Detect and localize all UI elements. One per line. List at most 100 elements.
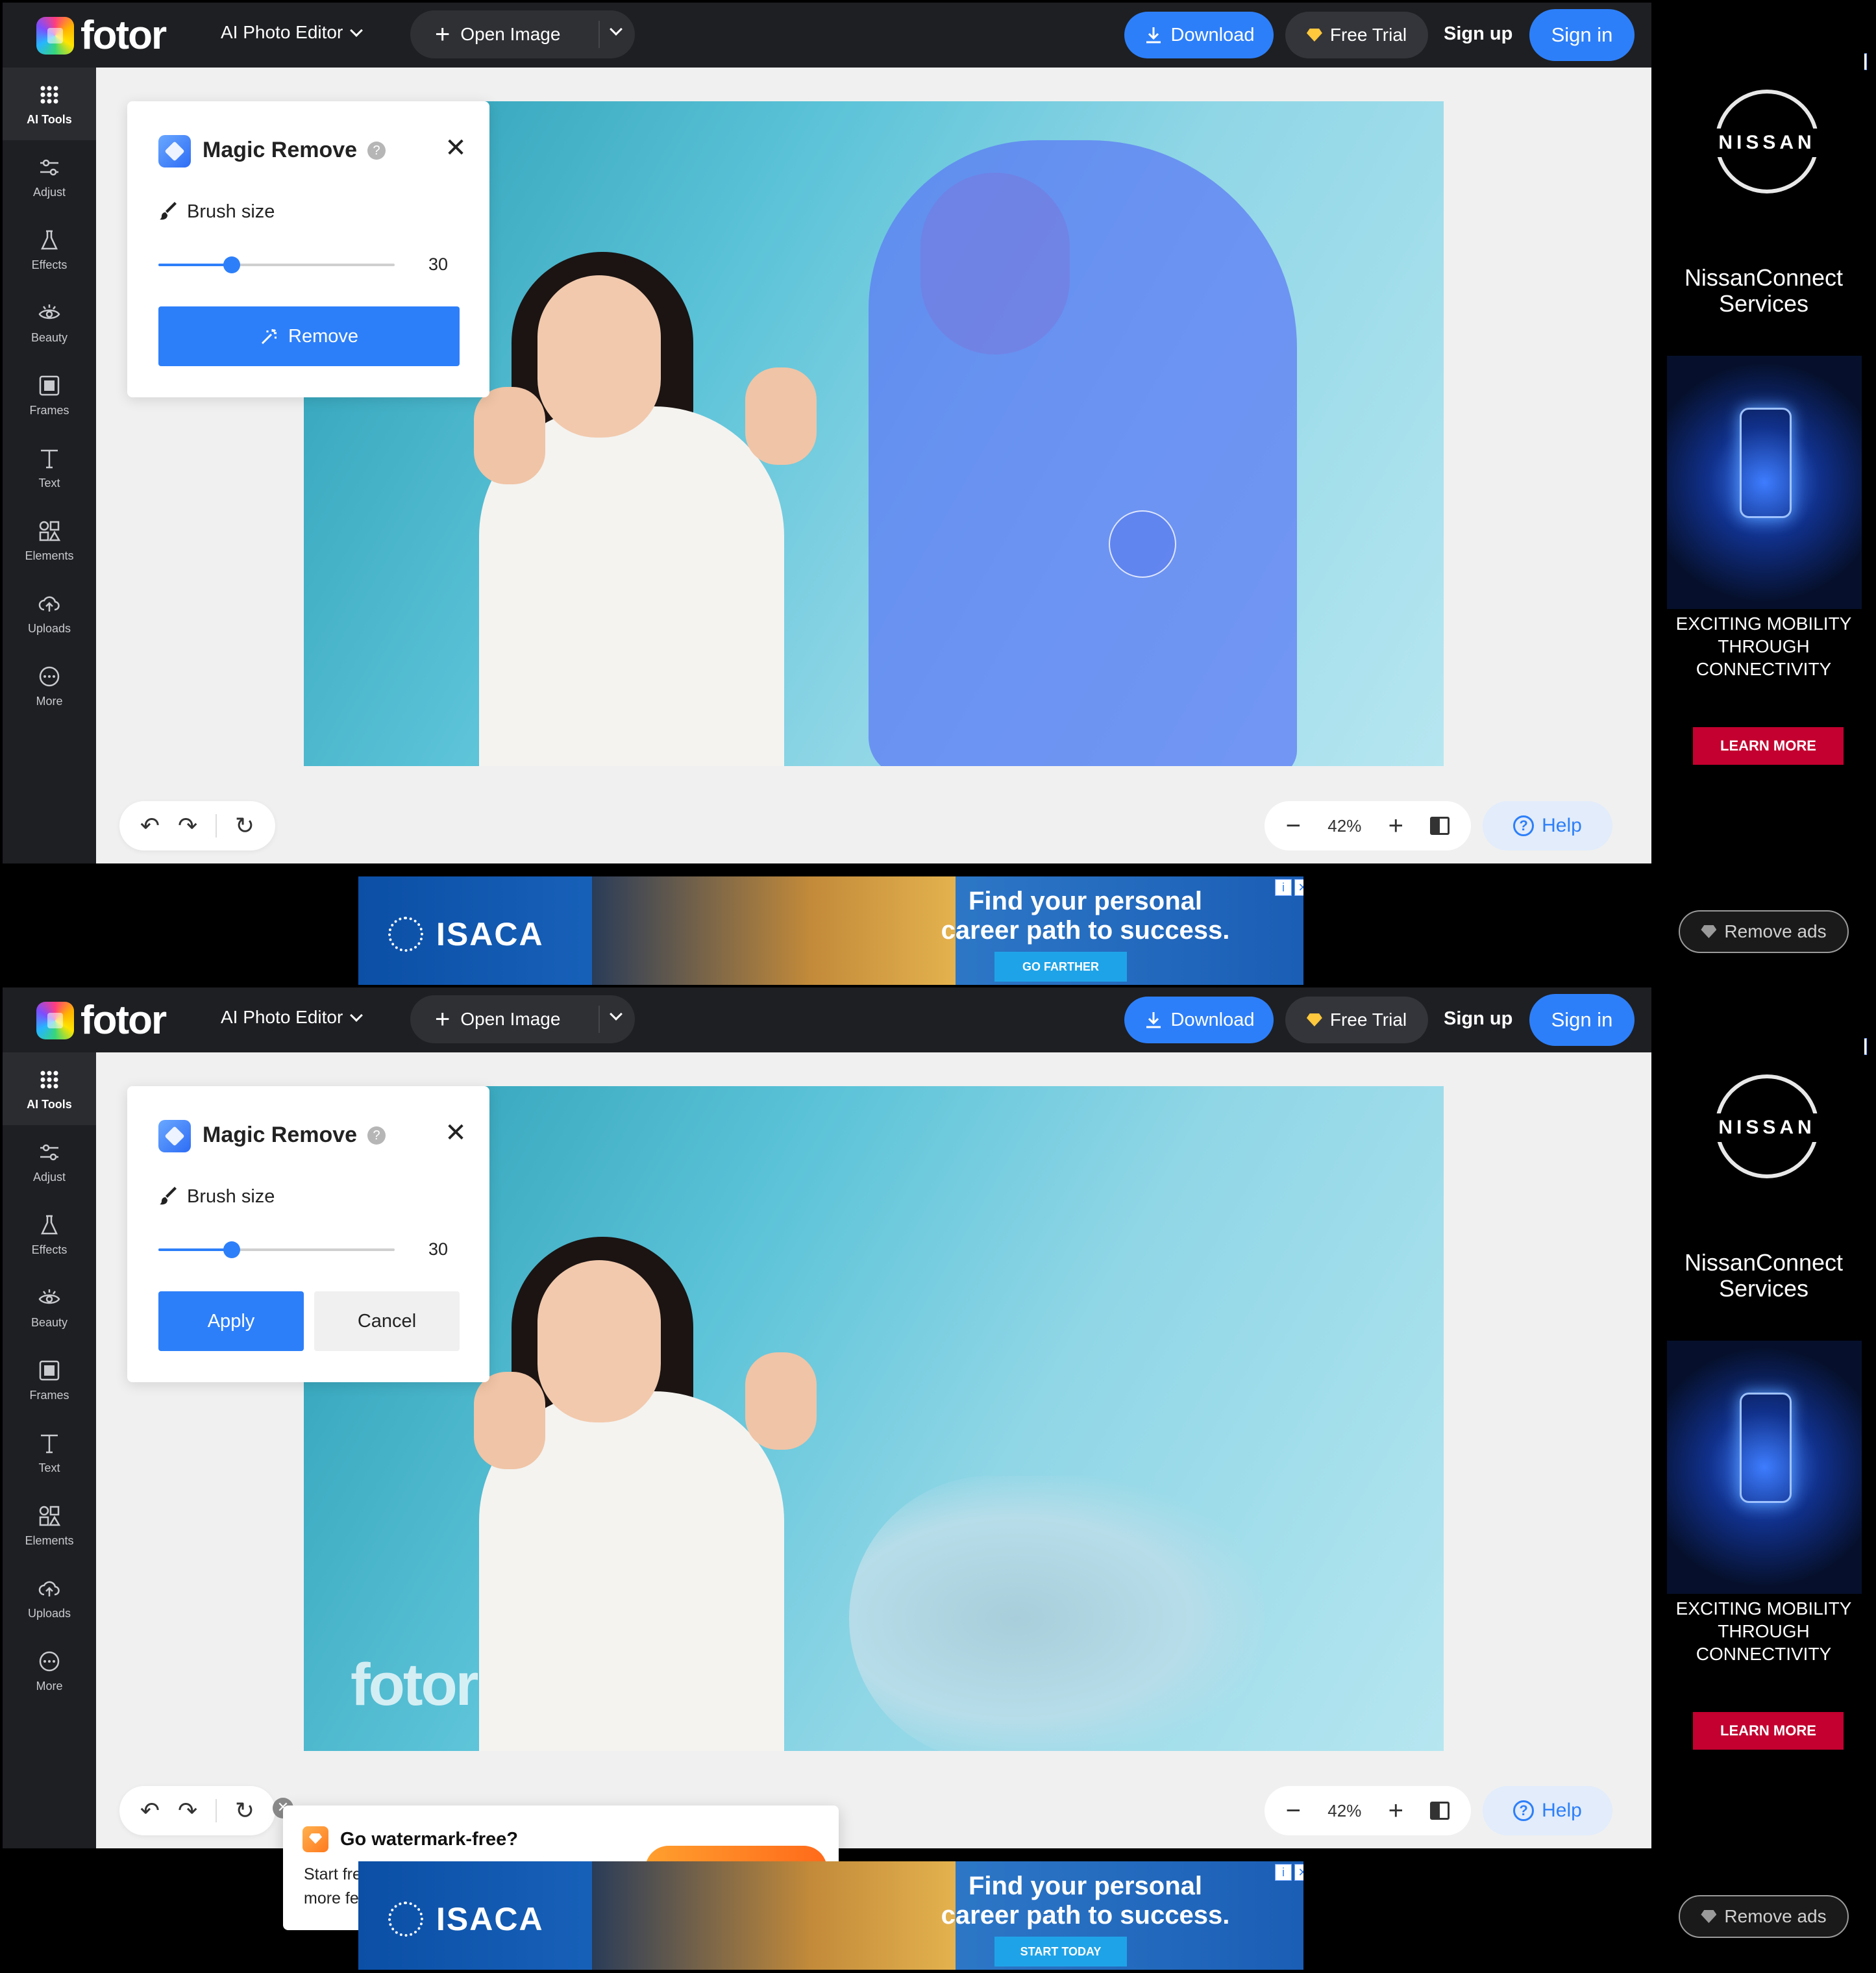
- zoom-in-button[interactable]: +: [1388, 1798, 1403, 1824]
- fotor-logo[interactable]: fotor: [36, 1000, 167, 1041]
- sign-in-button[interactable]: Sign in: [1529, 994, 1635, 1046]
- history-controls: ↶ ↷ ↻: [119, 1786, 275, 1835]
- sidebar-item-beauty[interactable]: Beauty: [3, 1271, 96, 1343]
- help-button[interactable]: ? Help: [1483, 1786, 1612, 1835]
- apply-button[interactable]: Apply: [158, 1291, 304, 1351]
- flask-icon: [36, 1212, 62, 1238]
- isaca-ad[interactable]: ISACA Find your personal career path to …: [358, 1861, 1303, 1970]
- undo-icon[interactable]: ↶: [140, 1797, 160, 1824]
- sidebar-item-label: Effects: [31, 258, 68, 271]
- sidebar-item-label: Effects: [31, 1243, 68, 1256]
- sign-up-link[interactable]: Sign up: [1444, 23, 1512, 45]
- top-bar: fotor AI Photo Editor + Open Image Downl…: [3, 987, 1651, 1052]
- ad-info-icon[interactable]: i: [1275, 1864, 1292, 1881]
- phone-image: [1740, 408, 1792, 518]
- chevron-down-icon[interactable]: [610, 23, 623, 36]
- help-icon[interactable]: ?: [367, 142, 386, 160]
- compare-icon[interactable]: [1430, 1802, 1450, 1820]
- ad-close-icon[interactable]: ✕: [1294, 1864, 1303, 1881]
- sidebar-item-label: Frames: [29, 1388, 69, 1402]
- zoom-in-button[interactable]: +: [1388, 813, 1403, 839]
- sidebar-item-label: More: [36, 694, 63, 708]
- chevron-down-icon: [350, 1009, 364, 1022]
- ad-choices[interactable]: i ✕: [1275, 879, 1303, 896]
- sidebar-item-text[interactable]: Text: [3, 1416, 96, 1489]
- close-icon[interactable]: ✕: [443, 135, 469, 161]
- frame-icon: [36, 373, 62, 399]
- close-icon[interactable]: ✕: [443, 1120, 469, 1146]
- magic-remove-panel: Magic Remove ? ✕ Brush size 30 Remove: [127, 101, 489, 397]
- sign-in-button[interactable]: Sign in: [1529, 9, 1635, 61]
- ad-choices[interactable]: i ✕: [1275, 1864, 1303, 1881]
- ad-image: [592, 876, 956, 985]
- sidebar-item-adjust[interactable]: Adjust: [3, 1125, 96, 1198]
- sidebar-item-elements[interactable]: Elements: [3, 1489, 96, 1561]
- isaca-logo-icon: [388, 917, 423, 952]
- sidebar-item-more[interactable]: More: [3, 1634, 96, 1707]
- sidebar-item-uploads[interactable]: Uploads: [3, 577, 96, 649]
- undo-icon[interactable]: ↶: [140, 812, 160, 839]
- slider-handle[interactable]: [223, 1241, 240, 1258]
- brush-size-slider[interactable]: [158, 256, 395, 273]
- redo-icon[interactable]: ↷: [178, 1797, 197, 1824]
- sidebar-item-uploads[interactable]: Uploads: [3, 1561, 96, 1634]
- redo-icon[interactable]: ↷: [178, 812, 197, 839]
- ad-info-icon[interactable]: i: [1275, 879, 1292, 896]
- compare-icon[interactable]: [1430, 817, 1450, 835]
- help-button[interactable]: ? Help: [1483, 801, 1612, 850]
- isaca-ad[interactable]: ISACA Find your personal career path to …: [358, 876, 1303, 985]
- sidebar-item-effects[interactable]: Effects: [3, 1198, 96, 1271]
- open-image-button[interactable]: + Open Image: [410, 10, 635, 58]
- ai-photo-editor-menu[interactable]: AI Photo Editor: [221, 22, 364, 43]
- sidebar-item-elements[interactable]: Elements: [3, 504, 96, 577]
- chevron-down-icon[interactable]: [610, 1008, 623, 1021]
- learn-more-button[interactable]: LEARN MORE: [1693, 727, 1844, 765]
- nissan-ad[interactable]: NISSAN NissanConnect Services EXCITING M…: [1663, 51, 1864, 830]
- sign-up-link[interactable]: Sign up: [1444, 1008, 1512, 1030]
- sidebar-item-text[interactable]: Text: [3, 431, 96, 504]
- zoom-out-button[interactable]: −: [1286, 1798, 1301, 1824]
- ai-photo-editor-menu[interactable]: AI Photo Editor: [221, 1007, 364, 1028]
- sidebar-item-label: Frames: [29, 403, 69, 417]
- sidebar-item-ai-tools[interactable]: AI Tools: [3, 68, 96, 140]
- ad-close-icon[interactable]: ✕: [1294, 879, 1303, 896]
- diamond-icon: [1701, 1910, 1717, 1923]
- ad-cta-button[interactable]: START TODAY: [994, 1937, 1127, 1967]
- cancel-button[interactable]: Cancel: [314, 1291, 460, 1351]
- reset-icon[interactable]: ↻: [235, 812, 254, 839]
- sidebar-item-frames[interactable]: Frames: [3, 1343, 96, 1416]
- ad-cta-button[interactable]: GO FARTHER: [994, 952, 1127, 982]
- remove-button[interactable]: Remove: [158, 306, 460, 366]
- editor-menu-label: AI Photo Editor: [221, 22, 343, 42]
- free-trial-button[interactable]: Free Trial: [1285, 997, 1428, 1043]
- download-button[interactable]: Download: [1124, 997, 1274, 1043]
- sidebar-item-beauty[interactable]: Beauty: [3, 286, 96, 358]
- zoom-out-button[interactable]: −: [1286, 813, 1301, 839]
- history-controls: ↶ ↷ ↻: [119, 801, 275, 850]
- sidebar-item-more[interactable]: More: [3, 649, 96, 722]
- reset-icon[interactable]: ↻: [235, 1797, 254, 1824]
- tools-sidebar: AI Tools Adjust Effects Beauty Frames Te…: [3, 68, 96, 863]
- sidebar-item-adjust[interactable]: Adjust: [3, 140, 96, 213]
- sidebar-item-ai-tools[interactable]: AI Tools: [3, 1052, 96, 1125]
- chevron-down-icon: [350, 24, 364, 37]
- more-icon: [36, 1648, 62, 1674]
- photo-region: [920, 173, 1070, 354]
- help-icon[interactable]: ?: [367, 1126, 386, 1145]
- free-trial-button[interactable]: Free Trial: [1285, 12, 1428, 58]
- sidebar-item-label: Text: [38, 476, 60, 490]
- remove-ads-button[interactable]: Remove ads: [1679, 910, 1849, 953]
- open-image-button[interactable]: + Open Image: [410, 995, 635, 1043]
- learn-more-button[interactable]: LEARN MORE: [1693, 1712, 1844, 1750]
- nissan-ad[interactable]: NISSAN NissanConnect Services EXCITING M…: [1663, 1036, 1864, 1815]
- remove-ads-button[interactable]: Remove ads: [1679, 1895, 1849, 1938]
- ad-image: [1667, 356, 1862, 609]
- brush-size-slider[interactable]: [158, 1241, 395, 1258]
- fotor-logo[interactable]: fotor: [36, 16, 167, 56]
- download-button[interactable]: Download: [1124, 12, 1274, 58]
- sidebar-item-frames[interactable]: Frames: [3, 358, 96, 431]
- brush-cursor[interactable]: [1109, 510, 1176, 578]
- sidebar-item-effects[interactable]: Effects: [3, 213, 96, 286]
- cloud-upload-icon: [36, 1576, 62, 1602]
- slider-handle[interactable]: [223, 256, 240, 273]
